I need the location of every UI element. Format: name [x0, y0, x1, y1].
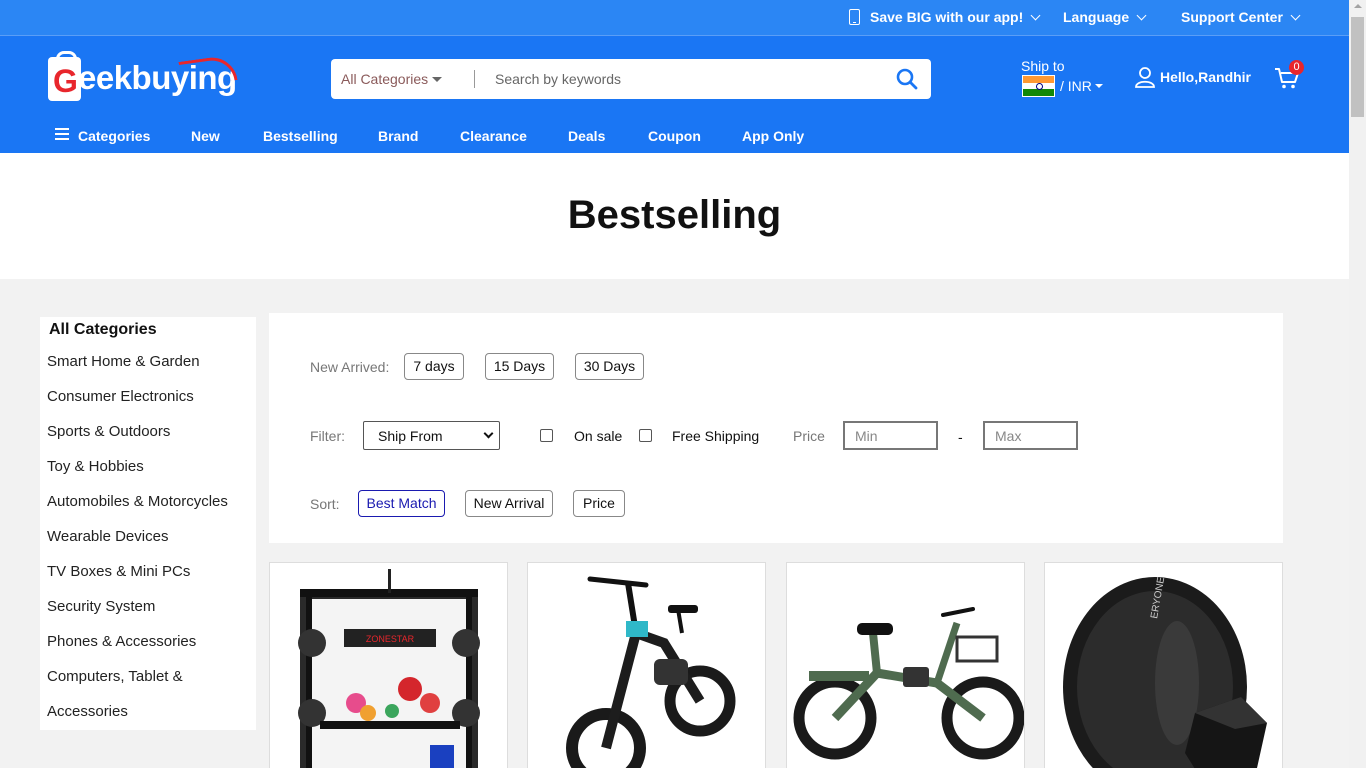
sidebar-item-consumer-electronics[interactable]: Consumer Electronics: [47, 388, 194, 405]
currency-label: / INR: [1060, 78, 1092, 94]
filter-label: Filter:: [310, 428, 345, 444]
search-bar: All Categories: [331, 59, 931, 99]
price-max-input[interactable]: Max: [983, 421, 1078, 450]
support-label: Support Center: [1181, 9, 1283, 25]
india-flag-icon: [1022, 75, 1055, 97]
search-icon[interactable]: [896, 68, 918, 90]
price-range-dash: -: [958, 429, 963, 445]
sidebar-item-security[interactable]: Security System: [47, 598, 155, 615]
on-sale-checkbox[interactable]: [540, 429, 553, 442]
language-menu[interactable]: Language: [1063, 9, 1147, 25]
sidebar-item-tv-boxes[interactable]: TV Boxes & Mini PCs: [47, 563, 190, 580]
mobile-phone-icon: [849, 9, 860, 25]
site-logo[interactable]: G eekbuying: [48, 51, 240, 103]
days-7-button[interactable]: 7 days: [404, 353, 464, 380]
price-min-input[interactable]: Min: [843, 421, 938, 450]
currency-select[interactable]: / INR: [1060, 78, 1103, 94]
nav-app-only[interactable]: App Only: [742, 128, 804, 144]
nav-deals[interactable]: Deals: [568, 128, 605, 144]
language-label: Language: [1063, 9, 1130, 25]
product-card[interactable]: [527, 562, 766, 768]
sort-best-match-button[interactable]: Best Match: [358, 490, 445, 517]
on-sale-label: On sale: [574, 428, 623, 444]
nav-coupon[interactable]: Coupon: [648, 128, 701, 144]
search-input[interactable]: [495, 65, 875, 93]
search-divider: [474, 70, 475, 88]
sidebar-item-toy-hobbies[interactable]: Toy & Hobbies: [47, 458, 144, 475]
main-header: G eekbuying All Categories Ship to / INR…: [0, 36, 1349, 153]
scrollbar-thumb[interactable]: [1351, 17, 1364, 117]
scroll-up-arrow-icon[interactable]: [1354, 4, 1362, 8]
filament-spool-product-image: ERYONE: [1063, 576, 1267, 768]
ship-to-label: Ship to: [1021, 58, 1065, 74]
product-card[interactable]: ERYONE: [1044, 562, 1283, 768]
sort-label: Sort:: [310, 496, 340, 512]
sidebar-item-smart-home[interactable]: Smart Home & Garden: [47, 353, 200, 370]
greeting-label: Hello,Randhir: [1160, 69, 1252, 85]
app-promo-link[interactable]: Save BIG with our app!: [849, 9, 1041, 25]
support-center-menu[interactable]: Support Center: [1181, 9, 1301, 25]
days-30-button[interactable]: 30 Days: [575, 353, 644, 380]
sidebar-heading: All Categories: [49, 321, 157, 338]
caret-down-icon: [432, 77, 442, 82]
printer-brand-text: ZONESTAR: [366, 634, 415, 644]
days-15-button[interactable]: 15 Days: [485, 353, 554, 380]
product-card[interactable]: [786, 562, 1025, 768]
free-shipping-checkbox[interactable]: [639, 429, 652, 442]
nav-brand[interactable]: Brand: [378, 128, 418, 144]
user-icon: [1135, 67, 1155, 88]
filter-panel: New Arrived: 7 days 15 Days 30 Days Filt…: [269, 313, 1283, 543]
3d-printer-product-image: ZONESTAR: [298, 569, 480, 768]
sort-price-button[interactable]: Price: [573, 490, 625, 517]
nav-clearance[interactable]: Clearance: [460, 128, 527, 144]
ship-from-select[interactable]: Ship From: [363, 421, 500, 450]
page-scrollbar[interactable]: [1349, 0, 1366, 768]
cargo-ebike-product-image: [793, 607, 1024, 760]
search-category-select[interactable]: All Categories: [341, 71, 428, 87]
product-card[interactable]: ZONESTAR: [269, 562, 508, 768]
nav-categories[interactable]: Categories: [78, 128, 150, 144]
category-sidebar: All Categories Smart Home & Garden Consu…: [40, 317, 256, 730]
free-shipping-label: Free Shipping: [672, 428, 760, 444]
sidebar-item-phones[interactable]: Phones & Accessories: [47, 633, 196, 650]
nav-new[interactable]: New: [191, 128, 220, 144]
page-title: Bestselling: [567, 193, 782, 237]
sidebar-item-computers[interactable]: Computers, Tablet &: [47, 668, 183, 685]
nav-bestselling[interactable]: Bestselling: [263, 128, 338, 144]
app-promo-label: Save BIG with our app!: [870, 9, 1024, 25]
chevron-down-icon: [1136, 10, 1147, 20]
chevron-down-icon: [1030, 10, 1041, 20]
top-bar: Save BIG with our app! Language Support …: [0, 0, 1349, 36]
menu-icon: [55, 128, 69, 140]
sidebar-item-automobiles[interactable]: Automobiles & Motorcycles: [47, 493, 228, 510]
sidebar-item-sports-outdoors[interactable]: Sports & Outdoors: [47, 423, 170, 440]
sidebar-item-wearable[interactable]: Wearable Devices: [47, 528, 168, 545]
shopping-bag-logo-icon: G: [48, 51, 81, 101]
price-label: Price: [793, 428, 825, 444]
sort-new-arrival-button[interactable]: New Arrival: [465, 490, 553, 517]
sidebar-item-computers-cont[interactable]: Accessories: [47, 703, 128, 720]
chevron-down-icon: [1290, 10, 1301, 20]
account-menu[interactable]: Hello,Randhir: [1134, 66, 1251, 88]
ship-from-value: Ship From: [378, 428, 443, 444]
chevron-down-icon: [483, 428, 494, 439]
new-arrived-label: New Arrived:: [310, 359, 390, 375]
page-title-band: Bestselling: [0, 153, 1349, 279]
logo-letter: G: [53, 63, 78, 99]
caret-down-icon: [1094, 84, 1103, 88]
folding-ebike-product-image: [566, 576, 736, 768]
cart-count-badge: 0: [1289, 60, 1304, 75]
